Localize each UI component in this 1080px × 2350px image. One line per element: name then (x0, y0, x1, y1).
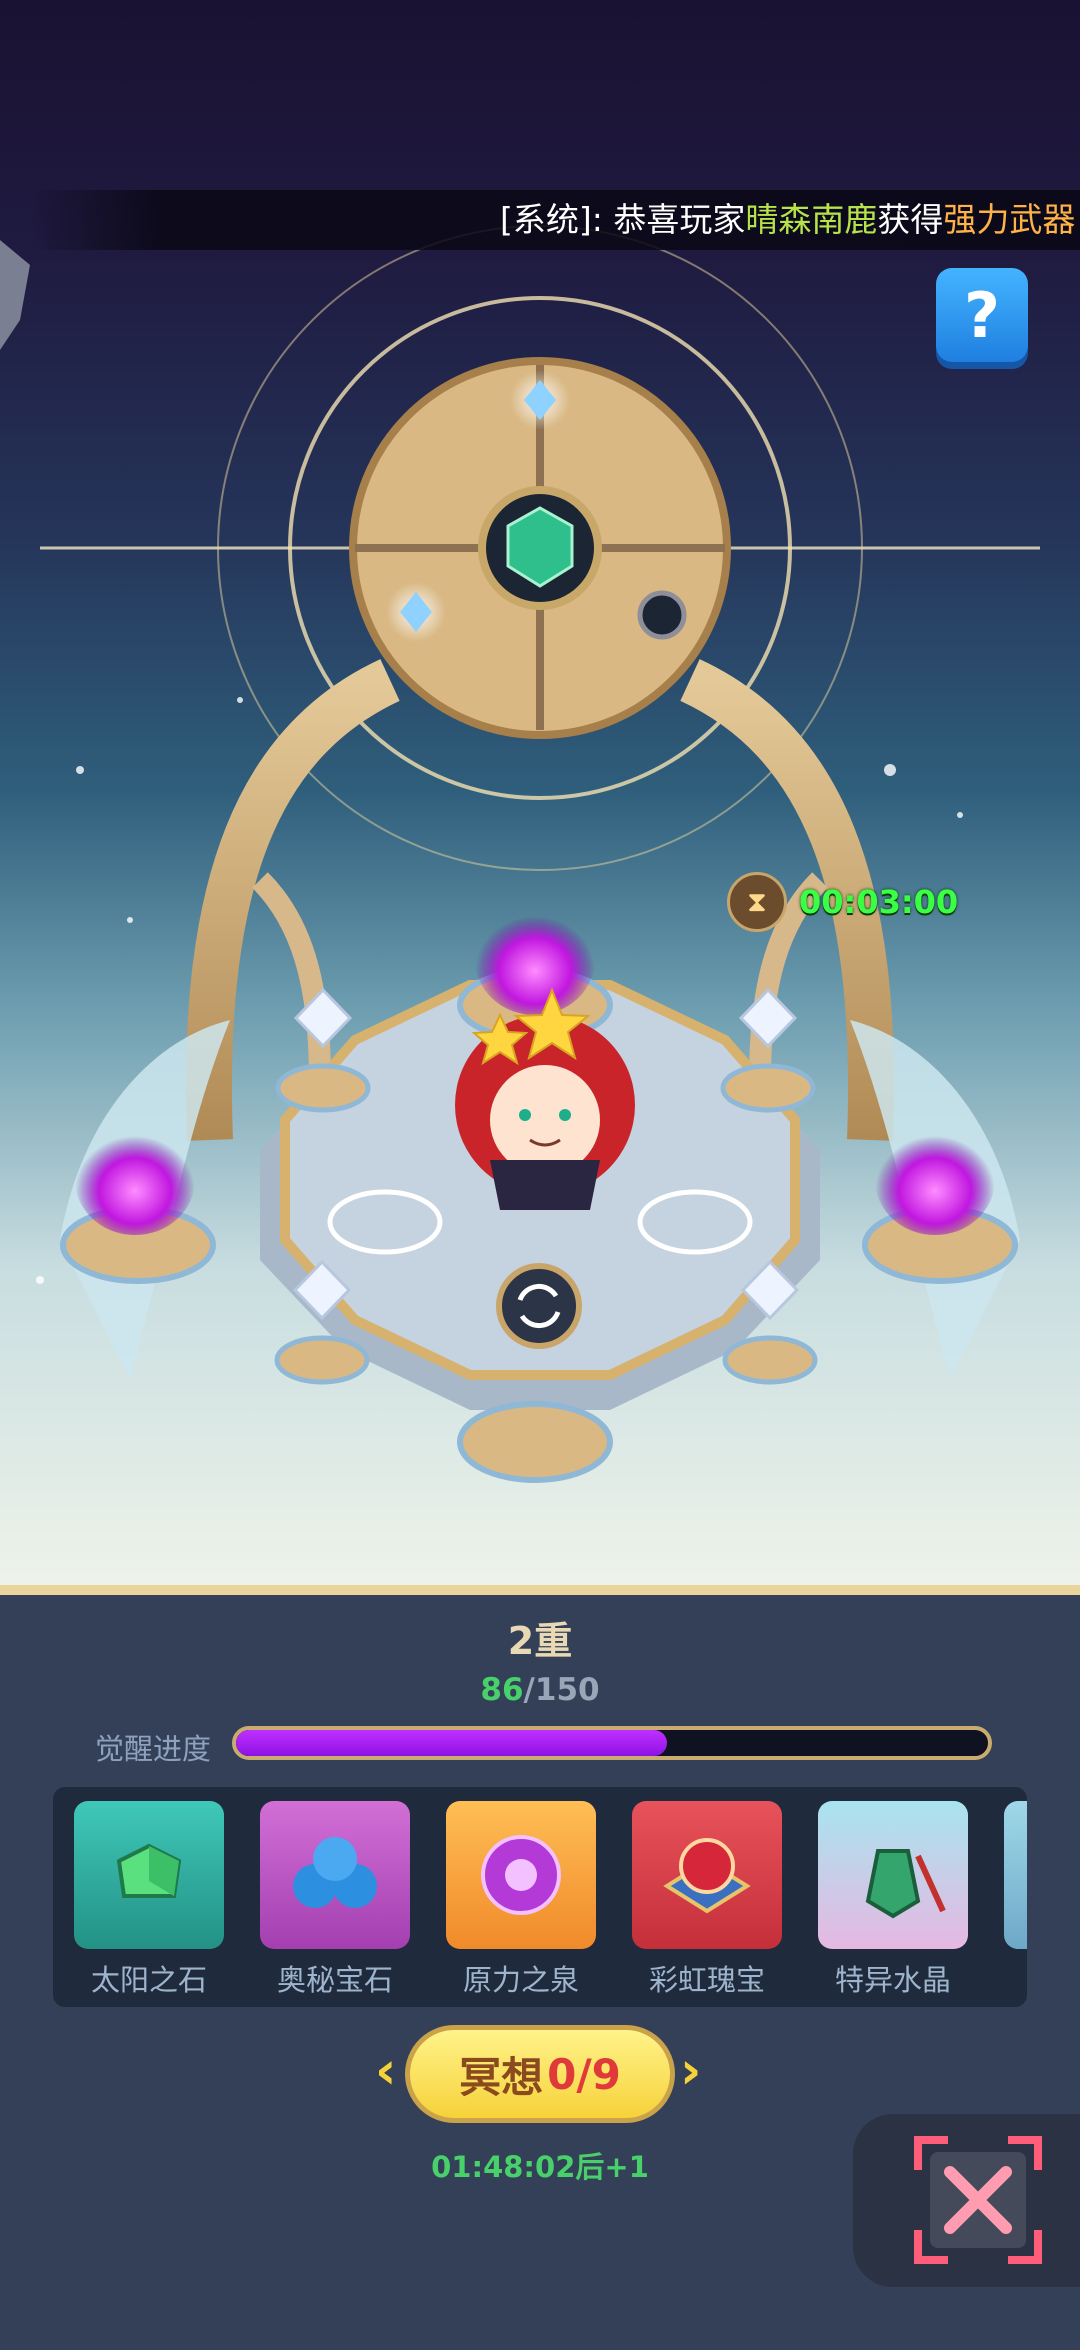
progress-count: 86/150 (0, 1672, 1080, 1708)
item-slot-partial[interactable] (1004, 1801, 1027, 1949)
item-slot-force-spring[interactable]: 原力之泉 (446, 1801, 596, 1999)
purple-orb-icon (446, 1801, 596, 1949)
ticker-item: 强力武器 (943, 200, 1076, 239)
progress-max: /150 (523, 1672, 600, 1708)
item-name: 奥秘宝石 (276, 1963, 393, 1997)
item-slot-sun-stone[interactable]: 太阳之石 (74, 1801, 224, 1999)
close-icon[interactable] (908, 2130, 1048, 2270)
level-title: 2重 (507, 1619, 573, 1663)
item-name: 彩虹瑰宝 (648, 1963, 765, 1997)
system-ticker: [系统]: 恭喜玩家晴森南鹿获得强力武器 (30, 190, 1080, 250)
ticker-verb: 获得 (877, 200, 944, 239)
ticker-prefix: [系统]: 恭喜玩家 (500, 200, 746, 239)
partial-item-icon (1004, 1801, 1027, 1949)
progress-current: 86 (480, 1672, 524, 1708)
crystal-bottle-icon (818, 1801, 968, 1949)
awakening-progress-bar (232, 1726, 992, 1760)
red-emblem-icon (632, 1801, 782, 1949)
green-gem-icon (74, 1801, 224, 1949)
item-slot-special-crystal[interactable]: 特异水晶 (818, 1801, 968, 1999)
item-name: 原力之泉 (462, 1963, 579, 1997)
timer-value: 00:03:00 (799, 883, 959, 921)
item-name: 特异水晶 (834, 1963, 951, 1997)
meditate-button[interactable]: 冥想 0/9 (405, 2025, 675, 2123)
progress-fill (236, 1730, 668, 1756)
item-slot-mystic-gem[interactable]: 奥秘宝石 (260, 1801, 410, 1999)
ticker-player: 晴森南鹿 (745, 200, 878, 239)
item-list[interactable]: 太阳之石 奥秘宝石 原力之泉 彩虹瑰宝 特异水晶 (53, 1787, 1027, 2007)
prev-arrow-icon[interactable]: ‹ (375, 2045, 396, 2097)
help-button[interactable]: ? (936, 268, 1028, 362)
refresh-button[interactable] (499, 1266, 579, 1346)
item-slot-rainbow-treasure[interactable]: 彩虹瑰宝 (632, 1801, 782, 1999)
awakening-progress-label: 觉醒进度 (95, 1732, 212, 1766)
item-name: 太阳之石 (90, 1963, 207, 1997)
hourglass-icon: ⧗ (727, 872, 787, 932)
meditate-label: 冥想 (459, 2052, 544, 2102)
cooldown-timer: ⧗ 00:03:00 (727, 872, 959, 932)
next-arrow-icon[interactable]: › (680, 2045, 701, 2097)
question-icon: ? (964, 278, 1000, 352)
blue-orbs-icon (260, 1801, 410, 1949)
awakening-scene: [系统]: 恭喜玩家晴森南鹿获得强力武器 ? ⧗ 00:03:00 (0, 0, 1080, 1585)
meditate-count: 0/9 (547, 2049, 621, 2099)
